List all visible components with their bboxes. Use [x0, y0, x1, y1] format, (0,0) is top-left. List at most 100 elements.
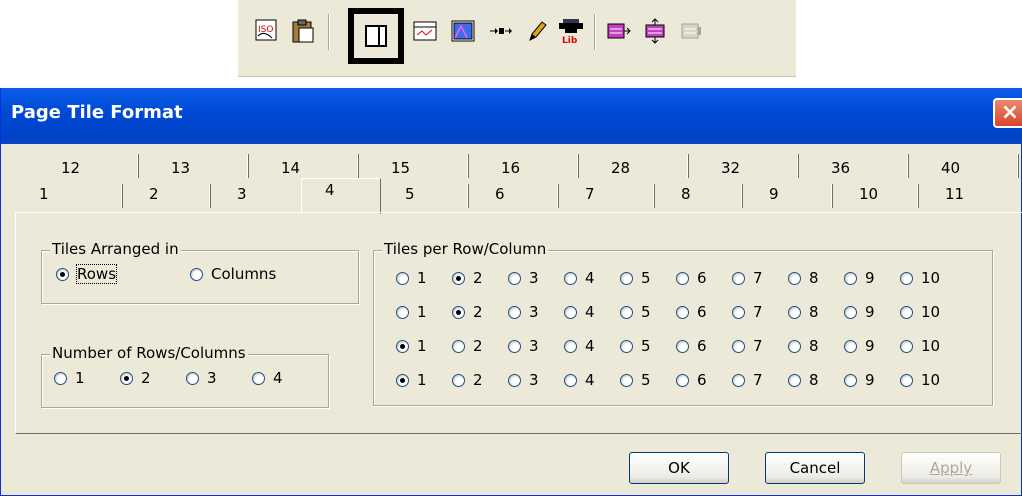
chart-window-icon[interactable] — [410, 16, 440, 46]
radio-indicator[interactable] — [900, 271, 913, 285]
radio-indicator[interactable] — [844, 271, 857, 285]
radio-label[interactable]: 6 — [697, 337, 707, 355]
radio-label[interactable]: 1 — [417, 303, 427, 321]
radio-tiles-row1-1[interactable]: 1 — [396, 269, 427, 287]
radio-label[interactable]: 3 — [529, 337, 539, 355]
radio-indicator[interactable] — [120, 371, 133, 385]
radio-tiles-row3-1[interactable]: 1 — [396, 337, 427, 355]
radio-indicator[interactable] — [900, 373, 913, 387]
tab-32[interactable]: 32 — [691, 154, 801, 181]
radio-tiles-row1-6[interactable]: 6 — [676, 269, 707, 287]
radio-label[interactable]: 6 — [697, 371, 707, 389]
tab-5[interactable]: 5 — [381, 180, 471, 207]
radio-label[interactable]: 5 — [641, 303, 651, 321]
radio-tiles-row3-10[interactable]: 10 — [900, 337, 940, 355]
close-button[interactable]: × — [993, 98, 1022, 128]
radio-indicator[interactable] — [900, 305, 913, 319]
tab-40[interactable]: 40 — [911, 154, 1021, 181]
radio-rows-indicator[interactable] — [56, 267, 69, 281]
arrow-flow-icon[interactable] — [486, 16, 516, 46]
radio-label[interactable]: 7 — [753, 371, 763, 389]
radio-tiles-row3-3[interactable]: 3 — [508, 337, 539, 355]
radio-indicator[interactable] — [564, 271, 577, 285]
radio-label[interactable]: 8 — [809, 337, 819, 355]
radio-tiles-row3-5[interactable]: 5 — [620, 337, 651, 355]
radio-indicator[interactable] — [396, 305, 409, 319]
radio-indicator[interactable] — [788, 271, 801, 285]
tab-12[interactable]: 12 — [31, 154, 141, 181]
radio-rowcount-1[interactable]: 1 — [54, 369, 85, 387]
pencil-icon[interactable] — [522, 16, 552, 46]
tab-28[interactable]: 28 — [581, 154, 691, 181]
radio-indicator[interactable] — [452, 305, 465, 319]
radio-tiles-row1-7[interactable]: 7 — [732, 269, 763, 287]
radio-rowcount-3[interactable]: 3 — [186, 369, 217, 387]
radio-tiles-row4-9[interactable]: 9 — [844, 371, 875, 389]
radio-columns-indicator[interactable] — [190, 267, 203, 281]
radio-indicator[interactable] — [844, 373, 857, 387]
tab-36[interactable]: 36 — [801, 154, 911, 181]
tab-3[interactable]: 3 — [213, 180, 301, 207]
radio-label[interactable]: 3 — [207, 369, 217, 387]
radio-indicator[interactable] — [732, 305, 745, 319]
radio-label[interactable]: 5 — [641, 371, 651, 389]
radio-indicator[interactable] — [508, 373, 521, 387]
radio-tiles-row3-9[interactable]: 9 — [844, 337, 875, 355]
radio-tiles-row2-7[interactable]: 7 — [732, 303, 763, 321]
radio-label[interactable]: 5 — [641, 337, 651, 355]
radio-indicator[interactable] — [900, 339, 913, 353]
radio-indicator[interactable] — [844, 339, 857, 353]
radio-label[interactable]: 10 — [921, 303, 940, 321]
radio-tiles-row3-8[interactable]: 8 — [788, 337, 819, 355]
radio-indicator[interactable] — [452, 271, 465, 285]
radio-label[interactable]: 2 — [141, 369, 151, 387]
radio-label[interactable]: 5 — [641, 269, 651, 287]
radio-indicator[interactable] — [620, 373, 633, 387]
radio-indicator[interactable] — [564, 305, 577, 319]
radio-label[interactable]: 4 — [585, 371, 595, 389]
clipboard-icon[interactable] — [288, 16, 318, 46]
radio-label[interactable]: 1 — [417, 337, 427, 355]
radio-tiles-row4-10[interactable]: 10 — [900, 371, 940, 389]
library-icon[interactable]: Lib — [556, 16, 586, 46]
radio-indicator[interactable] — [676, 305, 689, 319]
radio-indicator[interactable] — [732, 373, 745, 387]
tab-8[interactable]: 8 — [657, 180, 745, 207]
radio-tiles-row4-5[interactable]: 5 — [620, 371, 651, 389]
radio-columns[interactable]: Columns — [190, 265, 276, 283]
radio-tiles-row1-9[interactable]: 9 — [844, 269, 875, 287]
apply-button[interactable]: Apply — [901, 452, 1001, 484]
signal-updown-icon[interactable] — [640, 16, 670, 46]
radio-tiles-row4-6[interactable]: 6 — [676, 371, 707, 389]
radio-indicator[interactable] — [186, 371, 199, 385]
radio-rowcount-4[interactable]: 4 — [252, 369, 283, 387]
radio-tiles-row4-7[interactable]: 7 — [732, 371, 763, 389]
radio-label[interactable]: 10 — [921, 269, 940, 287]
radio-indicator[interactable] — [508, 271, 521, 285]
radio-indicator[interactable] — [788, 305, 801, 319]
radio-indicator[interactable] — [732, 271, 745, 285]
radio-label[interactable]: 4 — [273, 369, 283, 387]
radio-label[interactable]: 9 — [865, 303, 875, 321]
radio-label[interactable]: 1 — [75, 369, 85, 387]
radio-tiles-row2-8[interactable]: 8 — [788, 303, 819, 321]
radio-indicator[interactable] — [564, 373, 577, 387]
radio-indicator[interactable] — [620, 305, 633, 319]
radio-indicator[interactable] — [844, 305, 857, 319]
radio-label[interactable]: 6 — [697, 303, 707, 321]
iso-icon[interactable]: ISO — [252, 16, 282, 46]
radio-label[interactable]: 2 — [473, 303, 483, 321]
radio-tiles-row4-2[interactable]: 2 — [452, 371, 483, 389]
radio-indicator[interactable] — [676, 339, 689, 353]
radio-label[interactable]: 2 — [473, 337, 483, 355]
radio-label[interactable]: 3 — [529, 371, 539, 389]
radio-rows-label[interactable]: Rows — [75, 264, 118, 284]
tab-16[interactable]: 16 — [471, 154, 581, 181]
tab-11[interactable]: 11 — [921, 180, 1021, 207]
radio-indicator[interactable] — [452, 373, 465, 387]
radio-tiles-row2-10[interactable]: 10 — [900, 303, 940, 321]
radio-label[interactable]: 8 — [809, 371, 819, 389]
radio-tiles-row1-8[interactable]: 8 — [788, 269, 819, 287]
radio-label[interactable]: 7 — [753, 269, 763, 287]
radio-indicator[interactable] — [620, 271, 633, 285]
